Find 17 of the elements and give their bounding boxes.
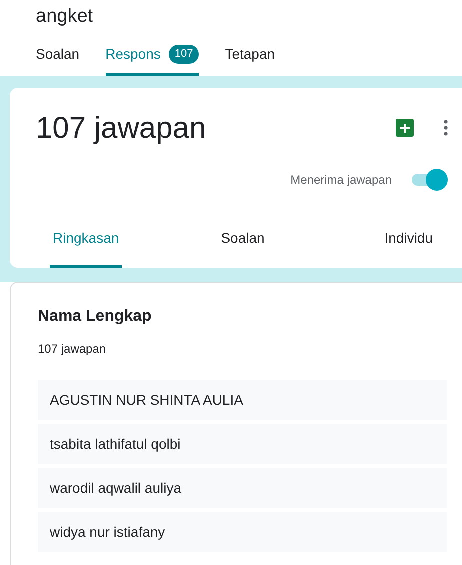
answer-row: AGUSTIN NUR SHINTA AULIA bbox=[38, 380, 447, 420]
more-options-icon[interactable] bbox=[444, 120, 448, 136]
answer-row: tsabita lathifatul qolbi bbox=[38, 424, 447, 464]
count-badge: 107 bbox=[168, 45, 200, 64]
response-count: 107 jawapan bbox=[36, 110, 208, 146]
question-title: Nama Lengkap bbox=[38, 307, 153, 327]
accepting-responses-label: Menerima jawapan bbox=[290, 172, 392, 189]
view-tab[interactable]: Soalan bbox=[218, 212, 268, 268]
tab[interactable]: Tetapan bbox=[225, 36, 276, 76]
answer-count: 107 jawapan bbox=[38, 341, 108, 358]
view-tab[interactable]: Ringkasan bbox=[50, 212, 122, 268]
answer-row: warodil aqwalil auliya bbox=[38, 468, 447, 508]
tab[interactable]: Soalan bbox=[36, 36, 80, 76]
answer-row: widya nur istiafany bbox=[38, 512, 447, 552]
form-title: angket bbox=[35, 5, 94, 29]
spreadsheet-icon[interactable] bbox=[396, 119, 414, 137]
view-tab[interactable]: Individu bbox=[382, 212, 436, 268]
